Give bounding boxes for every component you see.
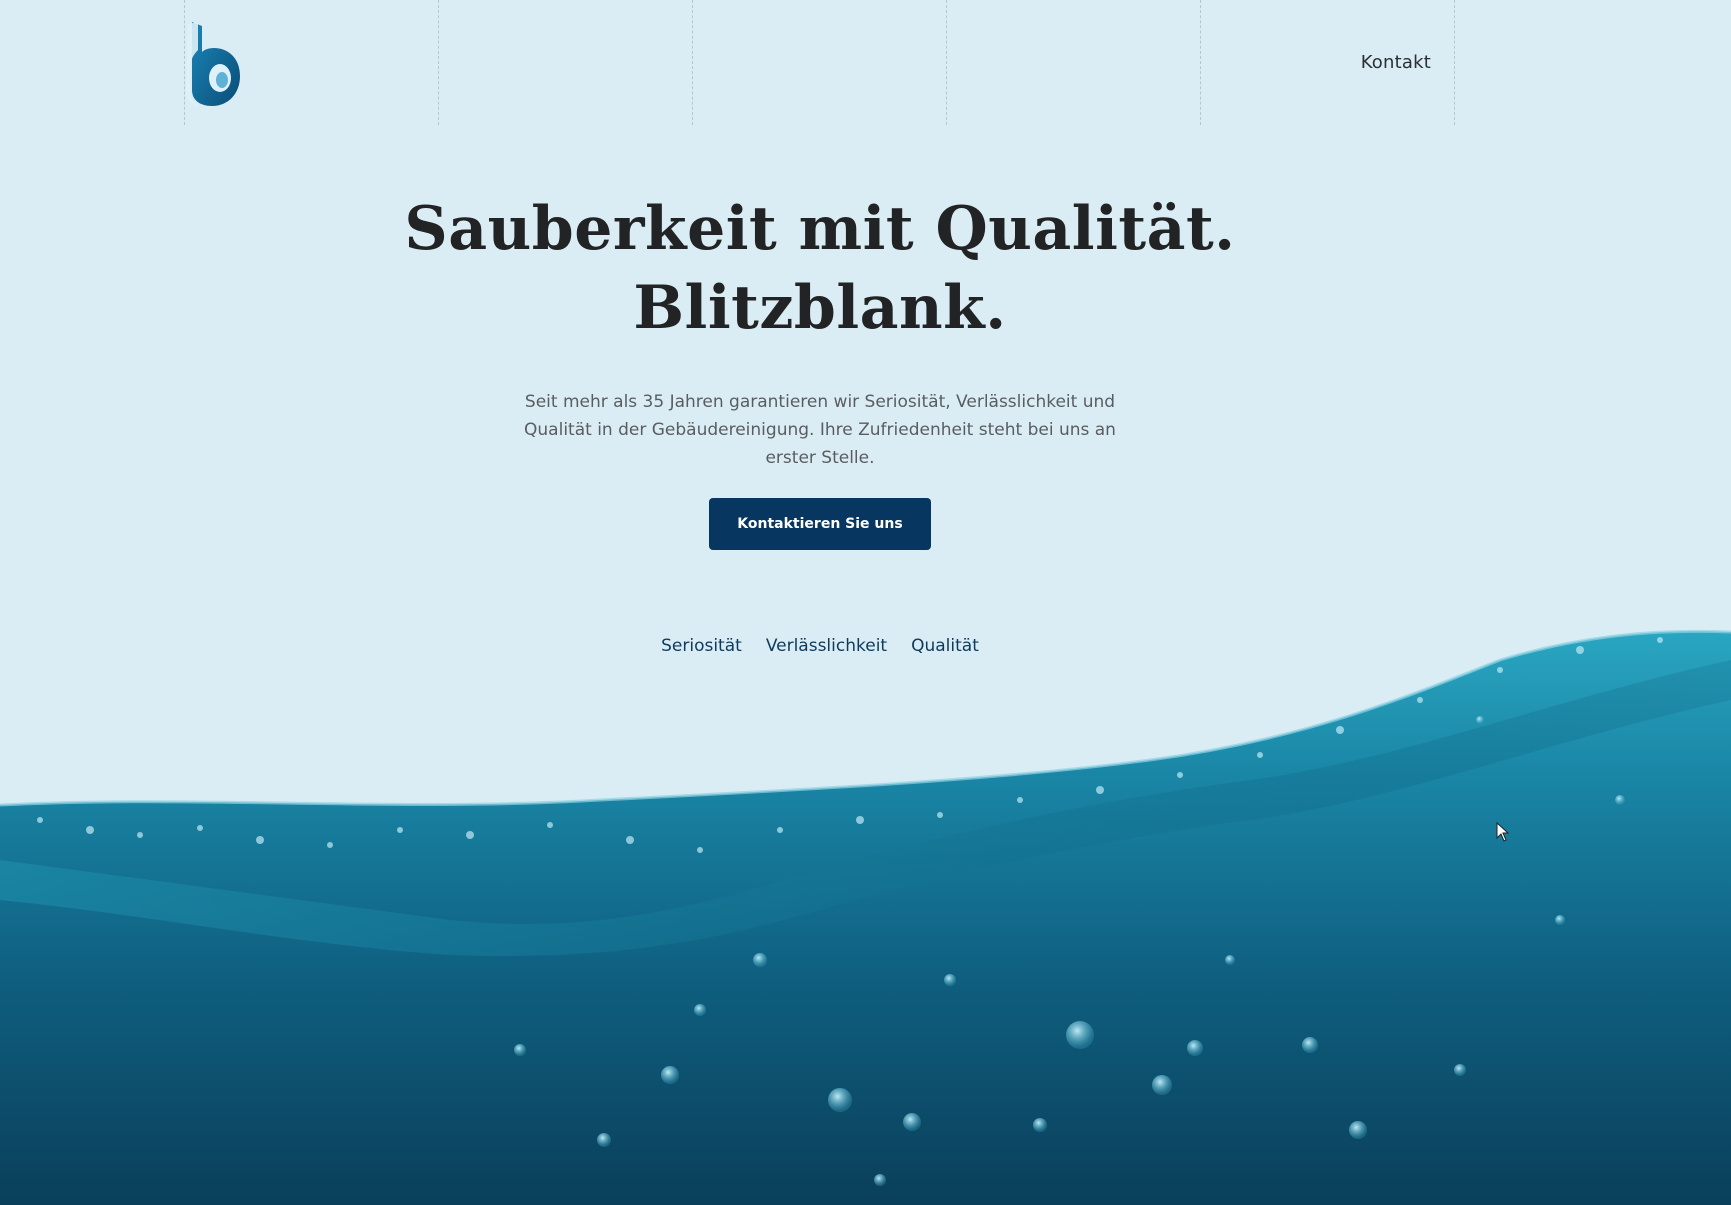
column-guide <box>946 0 947 125</box>
column-guide <box>1454 0 1455 125</box>
value-link-verlaesslichkeit[interactable]: Verlässlichkeit <box>766 636 887 656</box>
value-link-seriositaet[interactable]: Seriosität <box>661 636 742 656</box>
contact-us-button[interactable]: Kontaktieren Sie uns <box>709 498 931 550</box>
hero-title-line2: Blitzblank. <box>633 273 1007 343</box>
hero-title: Sauberkeit mit Qualität. Blitzblank. <box>0 190 1640 348</box>
nav-kontakt-link[interactable]: Kontakt <box>1361 52 1431 73</box>
column-guide <box>1200 0 1201 125</box>
value-link-qualitaet[interactable]: Qualität <box>911 636 979 656</box>
hero-title-line1: Sauberkeit mit Qualität. <box>404 194 1236 264</box>
values-links: Seriosität Verlässlichkeit Qualität <box>0 636 1640 656</box>
mouse-cursor-icon <box>1496 822 1510 842</box>
column-guide <box>438 0 439 125</box>
logo-icon <box>186 22 240 106</box>
page: Kontakt Sauberkeit mit Qualität. Blitzbl… <box>0 0 1731 1205</box>
column-guide <box>692 0 693 125</box>
hero-section: Sauberkeit mit Qualität. Blitzblank. Sei… <box>0 190 1640 656</box>
hero-description: Seit mehr als 35 Jahren garantieren wir … <box>524 392 1116 468</box>
company-logo[interactable] <box>184 20 244 108</box>
